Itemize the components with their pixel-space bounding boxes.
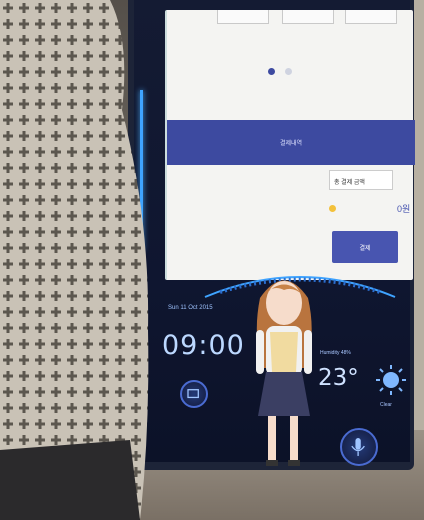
weather-condition: Clear <box>380 402 392 408</box>
coin-icon <box>329 205 336 212</box>
total-amount-label: 총 결제 금액 <box>329 170 393 190</box>
kiosk-app-screen: 결제내역 총 결제 금액 0원 결제 <box>165 10 415 280</box>
person-in-patterned-shirt <box>0 0 149 520</box>
voice-button[interactable] <box>340 428 378 466</box>
anime-assistant-character <box>256 280 312 466</box>
top-tab-3[interactable] <box>345 10 397 24</box>
kiosk-photo: 결제내역 총 결제 금액 0원 결제 Sun 11 Oct 2015 09:00… <box>0 0 424 520</box>
clock-time: 09:00 <box>162 330 245 361</box>
sun-icon <box>376 365 406 395</box>
payment-history-banner: 결제내역 <box>167 120 415 165</box>
card-icon <box>187 389 199 399</box>
banner-text: 결제내역 <box>279 141 303 147</box>
pager-dot-active[interactable] <box>268 68 275 75</box>
pager-dot[interactable] <box>285 68 292 75</box>
card-button[interactable] <box>180 380 208 408</box>
date-text: Sun 11 Oct 2015 <box>168 305 213 311</box>
microphone-icon <box>351 438 365 456</box>
top-tab-2[interactable] <box>282 10 334 24</box>
amount-value: 0원 <box>397 204 411 214</box>
top-tab-1[interactable] <box>217 10 269 24</box>
pay-button[interactable]: 결제 <box>332 231 398 263</box>
